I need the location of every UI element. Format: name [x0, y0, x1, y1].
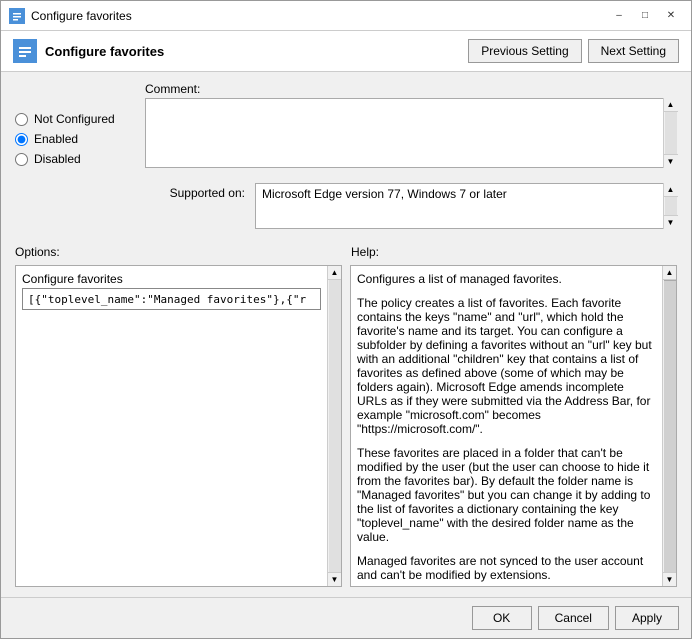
title-bar-text: Configure favorites	[31, 9, 607, 23]
supported-field-group: Supported on: Microsoft Edge version 77,…	[145, 183, 677, 229]
help-p1: Configures a list of managed favorites.	[357, 272, 656, 286]
not-configured-radio[interactable]	[15, 113, 28, 126]
comment-textarea[interactable]	[145, 98, 677, 168]
ok-button[interactable]: OK	[472, 606, 532, 630]
comment-scroll-up[interactable]: ▲	[664, 98, 678, 112]
not-configured-radio-label[interactable]: Not Configured	[15, 112, 145, 126]
help-p4: Managed favorites are not synced to the …	[357, 554, 656, 582]
maximize-button[interactable]: □	[633, 6, 657, 26]
header-bar: Configure favorites Previous Setting Nex…	[1, 31, 691, 72]
options-scroll-track	[329, 280, 341, 572]
title-bar-controls: – □ ✕	[607, 6, 683, 26]
radio-column: Not Configured Enabled Disabled	[15, 82, 145, 229]
supported-scrollbar: ▲ ▼	[663, 183, 677, 229]
enabled-radio[interactable]	[15, 133, 28, 146]
help-scrollbar: ▲ ▼	[662, 266, 676, 586]
help-scroll-track	[664, 280, 676, 572]
enabled-radio-label[interactable]: Enabled	[15, 132, 145, 146]
options-box-inner: Configure favorites [{"toplevel_name":"M…	[16, 266, 341, 586]
disabled-radio-label[interactable]: Disabled	[15, 152, 145, 166]
next-setting-button[interactable]: Next Setting	[588, 39, 679, 63]
help-scroll-down[interactable]: ▼	[663, 572, 677, 586]
help-box-inner: Configures a list of managed favorites. …	[351, 266, 676, 586]
options-help-labels: Options: Help:	[15, 245, 677, 259]
right-fields-col: Comment: ▲ ▼ Supported on: Mic	[145, 82, 677, 229]
top-fields: Not Configured Enabled Disabled Comment:	[15, 82, 677, 229]
window-icon	[9, 8, 25, 24]
previous-setting-button[interactable]: Previous Setting	[468, 39, 581, 63]
options-panel: Configure favorites [{"toplevel_name":"M…	[15, 265, 342, 587]
close-button[interactable]: ✕	[659, 6, 683, 26]
options-input-box: [{"toplevel_name":"Managed favorites"},{…	[22, 288, 321, 310]
options-label: Options:	[15, 245, 60, 259]
title-bar: Configure favorites – □ ✕	[1, 1, 691, 31]
main-content: Not Configured Enabled Disabled Comment:	[1, 72, 691, 597]
supported-scroll-down[interactable]: ▼	[664, 215, 678, 229]
options-scroll-down[interactable]: ▼	[328, 572, 342, 586]
options-scroll-up[interactable]: ▲	[328, 266, 342, 280]
help-p3: These favorites are placed in a folder t…	[357, 446, 656, 544]
supported-box: Microsoft Edge version 77, Windows 7 or …	[255, 183, 677, 229]
help-box: Configures a list of managed favorites. …	[350, 265, 677, 587]
comment-field-group: Comment: ▲ ▼	[145, 82, 677, 171]
options-box: Configure favorites [{"toplevel_name":"M…	[15, 265, 342, 587]
comment-scrollbar: ▲ ▼	[663, 98, 677, 168]
help-scroll-up[interactable]: ▲	[663, 266, 677, 280]
apply-button[interactable]: Apply	[615, 606, 679, 630]
cancel-button[interactable]: Cancel	[538, 606, 609, 630]
help-panel: Configures a list of managed favorites. …	[350, 265, 677, 587]
comment-scroll-down[interactable]: ▼	[664, 154, 678, 168]
supported-scroll-track	[665, 197, 677, 215]
minimize-button[interactable]: –	[607, 6, 631, 26]
header-buttons: Previous Setting Next Setting	[468, 39, 679, 63]
help-label: Help:	[351, 245, 379, 259]
comment-label: Comment:	[145, 82, 677, 96]
supported-scroll-up[interactable]: ▲	[664, 183, 678, 197]
options-box-title: Configure favorites	[22, 272, 321, 286]
footer: OK Cancel Apply	[1, 597, 691, 638]
main-panels: Configure favorites [{"toplevel_name":"M…	[15, 265, 677, 587]
comment-scroll-track	[665, 112, 677, 154]
main-window: Configure favorites – □ ✕ Configure favo…	[0, 0, 692, 639]
header-title: Configure favorites	[45, 44, 468, 59]
options-scrollbar: ▲ ▼	[327, 266, 341, 586]
header-icon	[13, 39, 37, 63]
supported-label: Supported on:	[145, 183, 255, 200]
help-p2: The policy creates a list of favorites. …	[357, 296, 656, 436]
disabled-radio[interactable]	[15, 153, 28, 166]
